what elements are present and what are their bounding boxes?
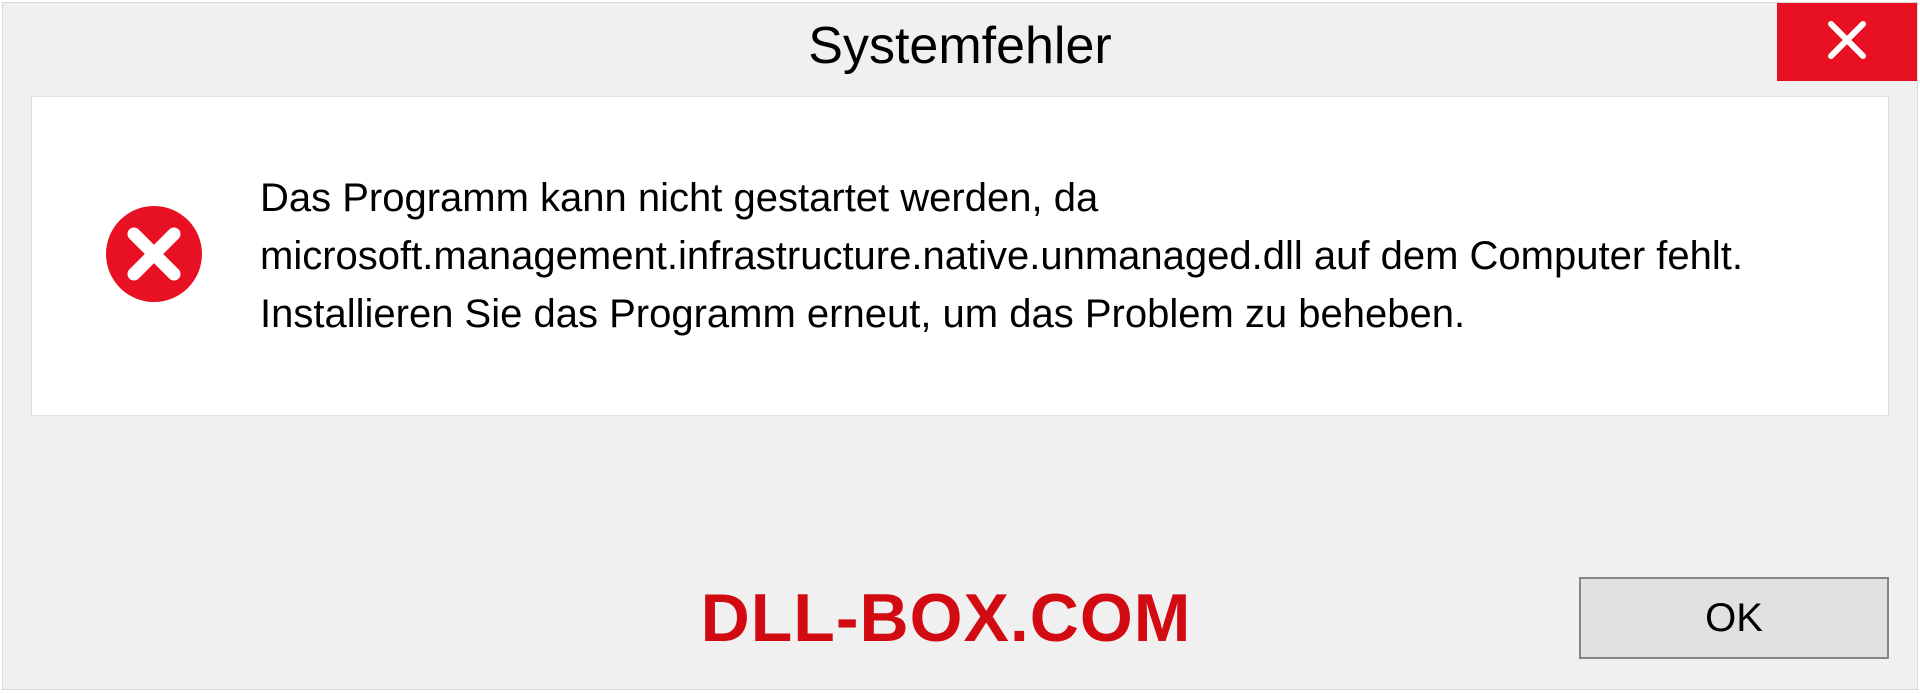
error-icon [104, 204, 204, 309]
ok-button[interactable]: OK [1579, 577, 1889, 659]
ok-button-label: OK [1705, 596, 1763, 641]
error-dialog: Systemfehler Das Programm kann nicht ges… [2, 2, 1918, 690]
watermark-text: DLL-BOX.COM [701, 579, 1192, 657]
footer: DLL-BOX.COM OK [3, 577, 1889, 659]
content-area: Das Programm kann nicht gestartet werden… [31, 96, 1889, 416]
titlebar: Systemfehler [3, 3, 1917, 88]
close-icon [1825, 18, 1869, 67]
dialog-title: Systemfehler [808, 16, 1111, 76]
close-button[interactable] [1777, 3, 1917, 81]
error-message: Das Programm kann nicht gestartet werden… [260, 169, 1838, 343]
